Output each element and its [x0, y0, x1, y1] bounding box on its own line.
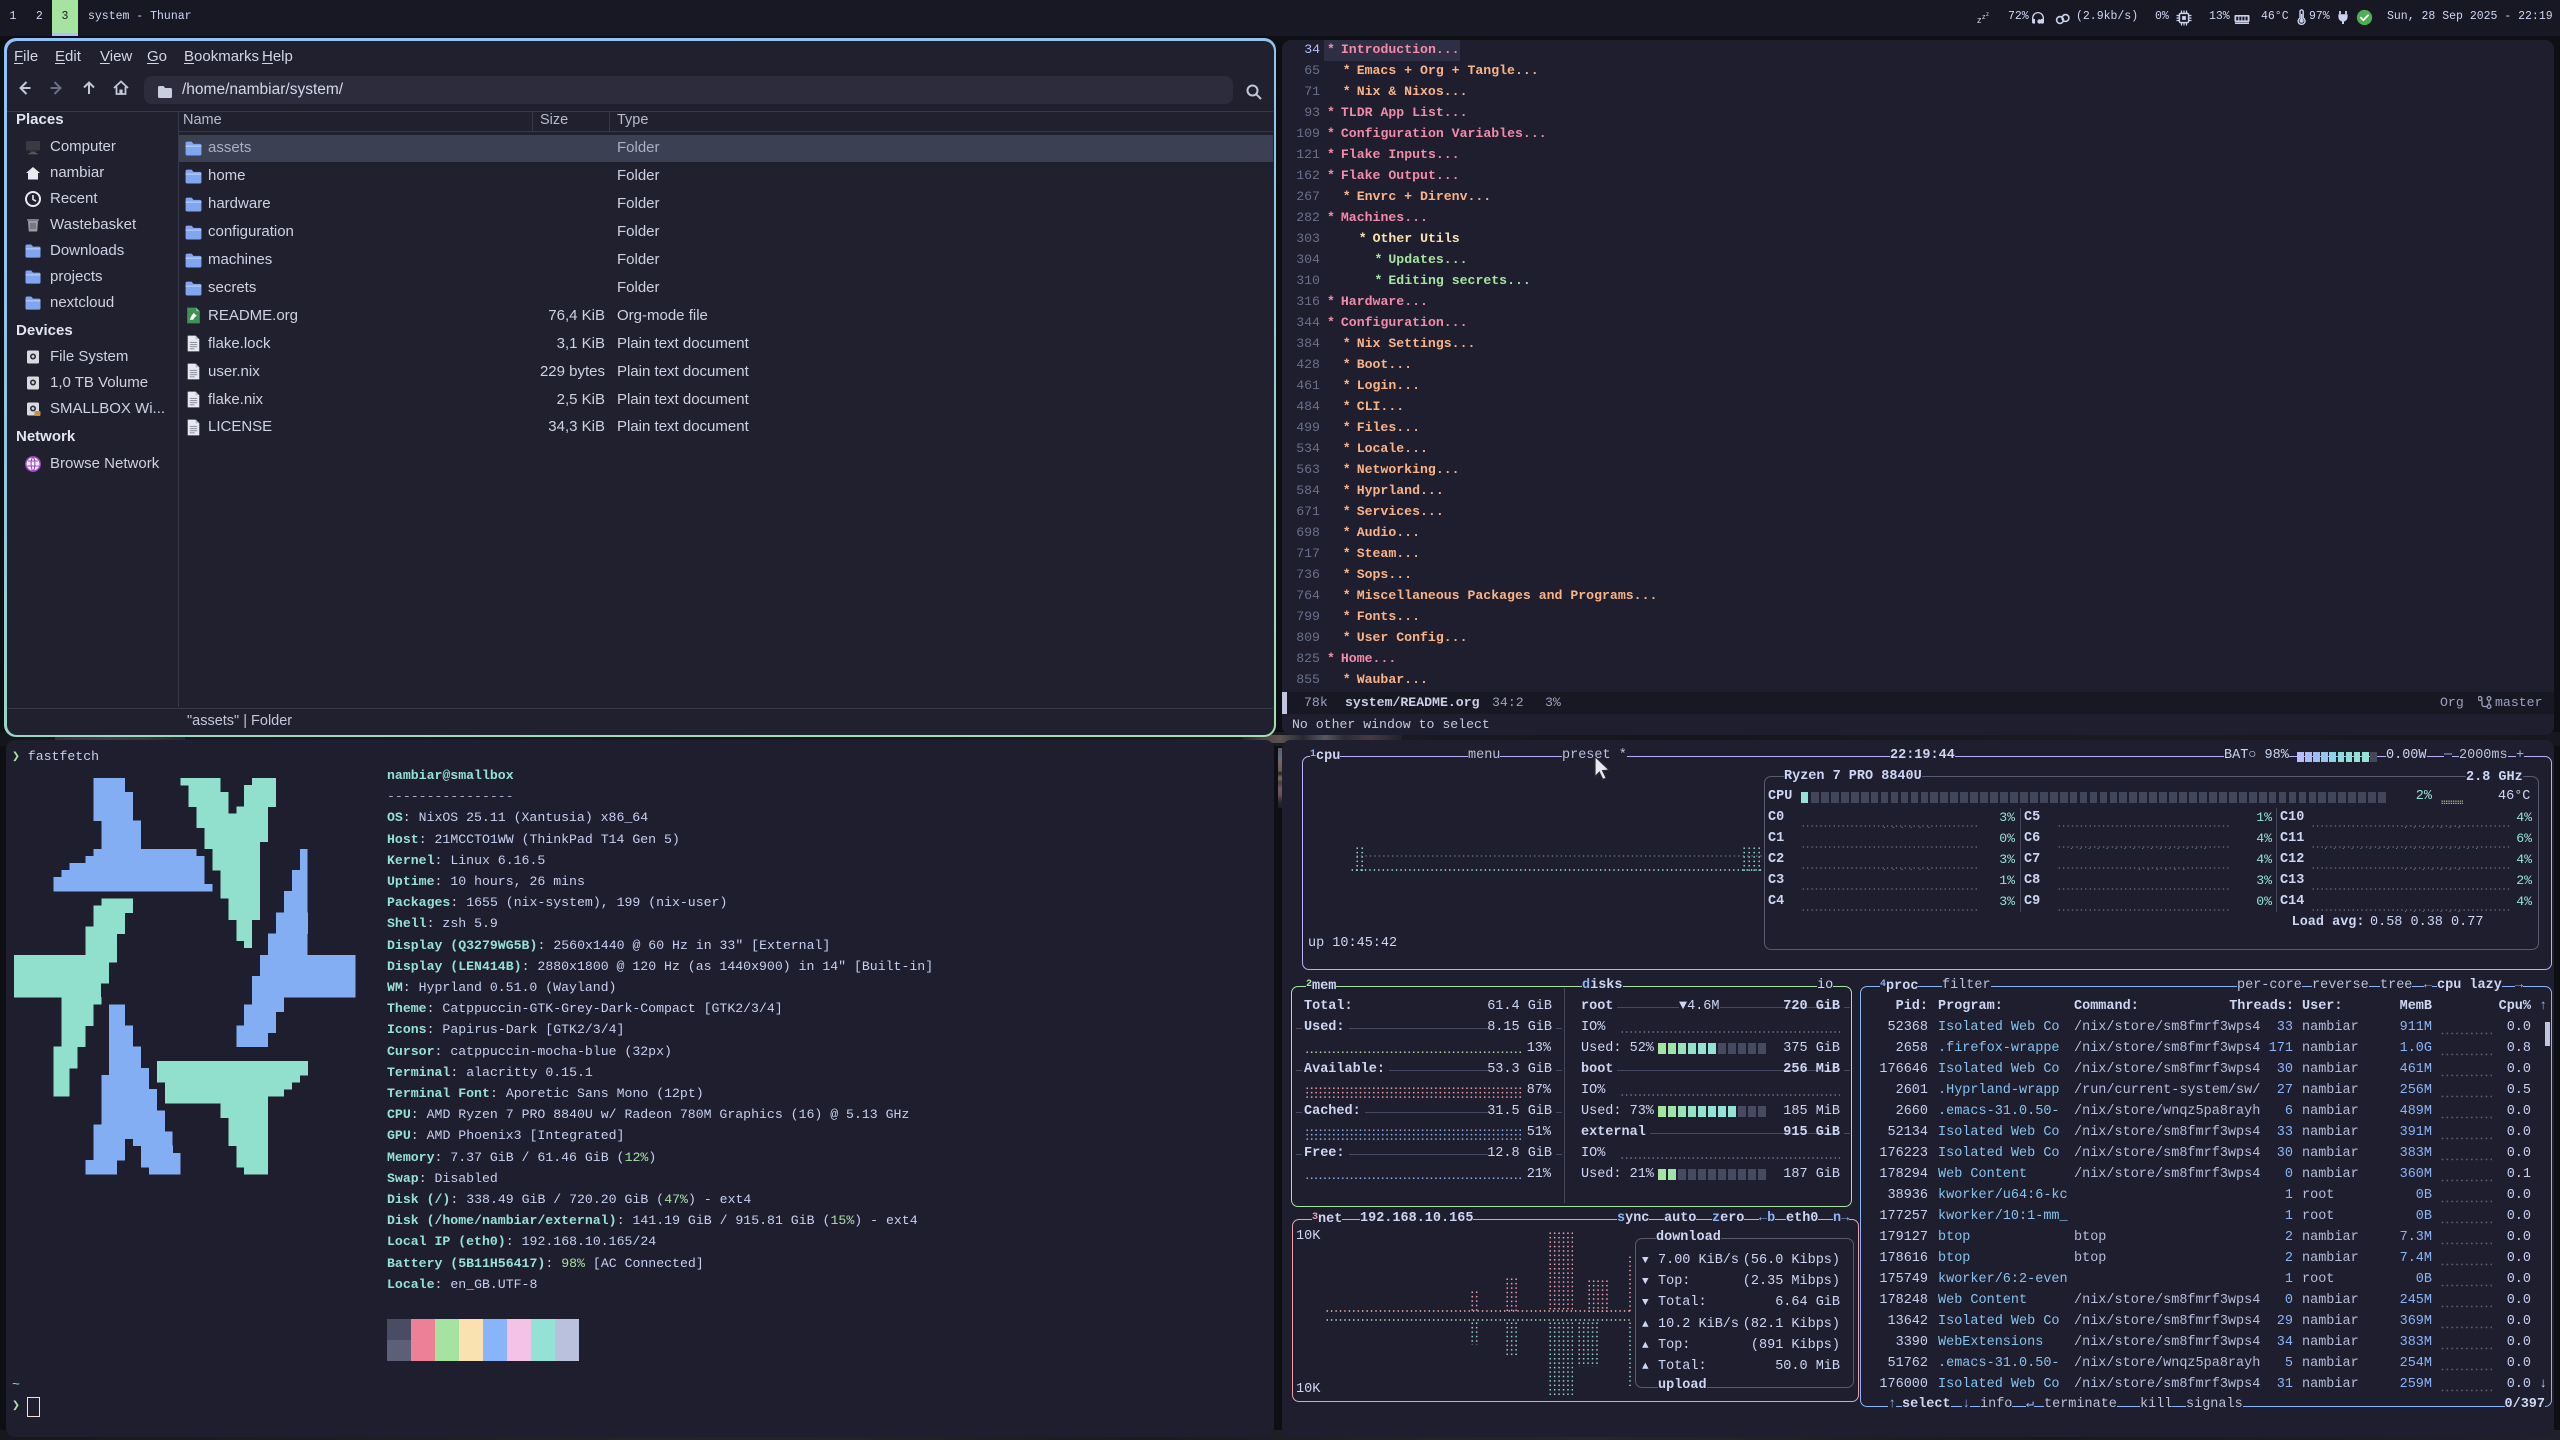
- svg-text:z: z: [1986, 12, 1989, 18]
